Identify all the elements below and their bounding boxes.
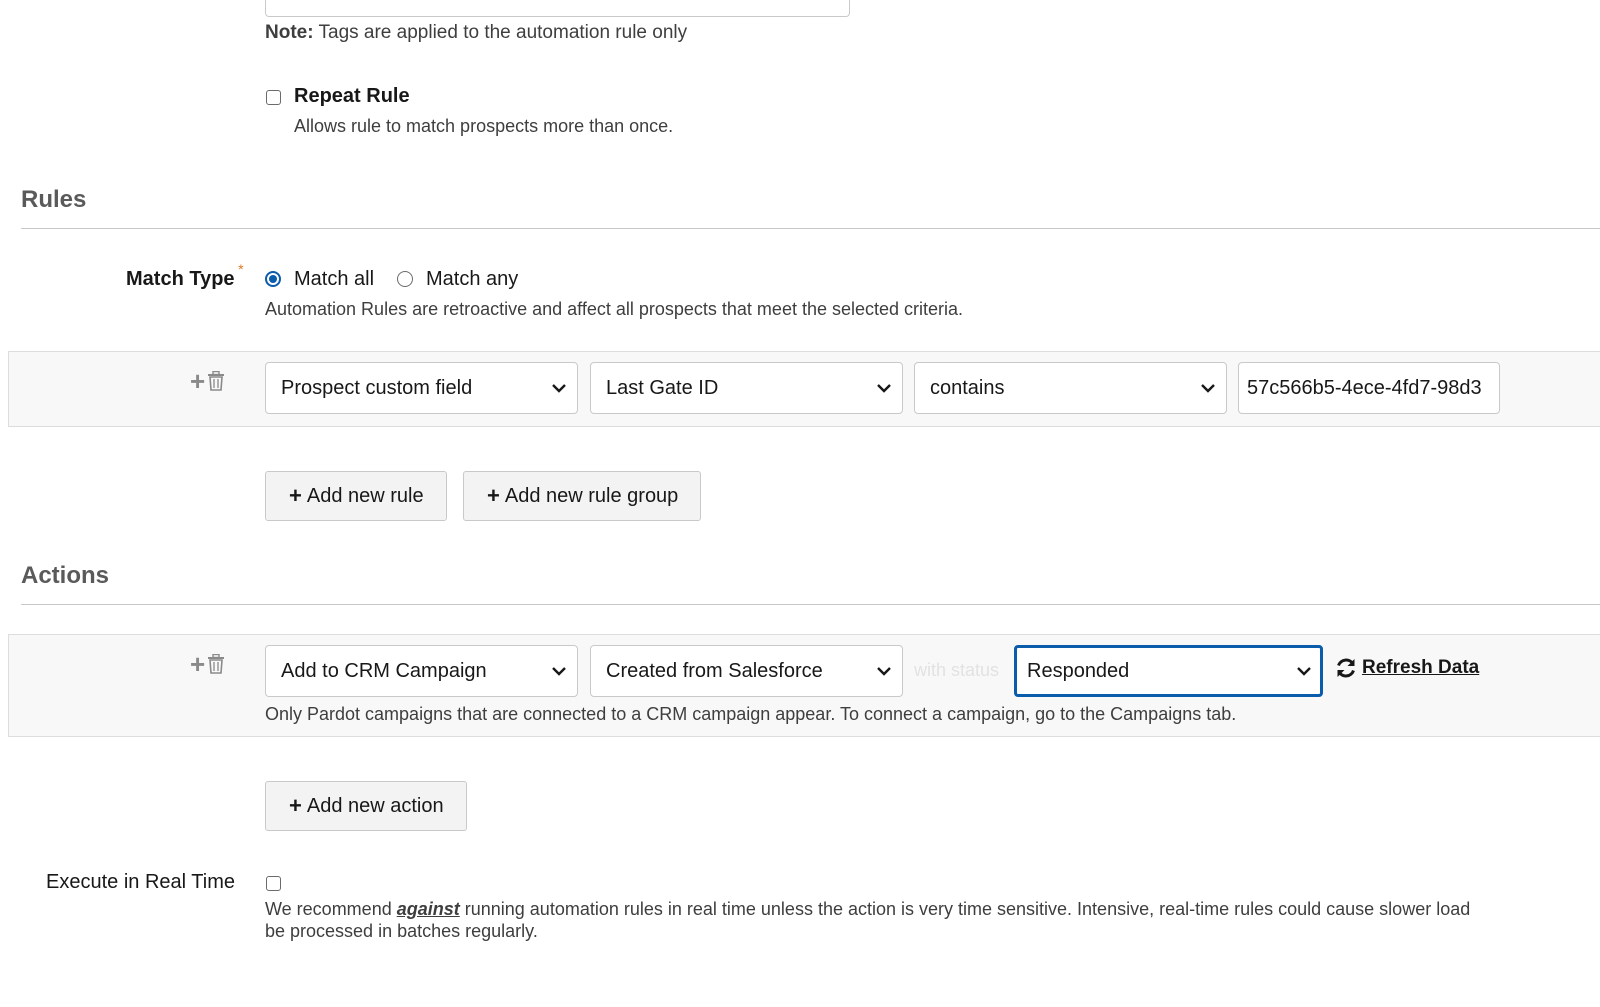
repeat-rule-help: Allows rule to match prospects more than… <box>294 116 674 136</box>
rule-value-input[interactable]: 57c566b5-4ece-4fd7-98d3 <box>1238 362 1500 414</box>
add-new-action-button[interactable]: + Add new action <box>265 781 467 831</box>
status-prefix-label: with status <box>914 660 1000 680</box>
plus-icon: + <box>289 793 302 818</box>
action-row-tools: + <box>190 651 225 677</box>
add-new-rule-button[interactable]: + Add new rule <box>265 471 447 521</box>
match-any-label[interactable]: Match any <box>426 268 518 291</box>
tags-note: Note: Tags are applied to the automation… <box>265 22 687 44</box>
rule-row-tools: + <box>190 368 225 394</box>
plus-icon: + <box>487 483 500 508</box>
action-type-value: Add to CRM Campaign <box>281 659 487 682</box>
match-all-label[interactable]: Match all <box>294 268 374 291</box>
ert-help-emphasis: against <box>396 899 460 919</box>
rule-operator-select[interactable]: contains <box>914 362 1227 414</box>
refresh-data-link[interactable]: Refresh Data <box>1334 656 1479 680</box>
repeat-rule-label: Repeat Rule <box>294 85 410 107</box>
execute-real-time-help: We recommend against running automation … <box>265 898 1600 942</box>
campaign-status-value: Responded <box>1027 659 1130 682</box>
rule-field-type-select[interactable]: Prospect custom field <box>265 362 578 414</box>
required-marker: * <box>238 261 244 277</box>
rule-field-type-value: Prospect custom field <box>281 376 473 399</box>
plus-icon[interactable]: + <box>190 651 205 677</box>
add-new-rule-label: Add new rule <box>306 484 424 507</box>
plus-icon: + <box>289 483 302 508</box>
rule-field-select[interactable]: Last Gate ID <box>590 362 903 414</box>
match-type-label-wrap: Match Type * <box>126 261 244 291</box>
actions-section-divider <box>21 604 1600 605</box>
action-row-help: Only Pardot campaigns that are connected… <box>265 704 1237 724</box>
chevron-down-icon <box>1201 384 1215 393</box>
refresh-data-label: Refresh Data <box>1362 657 1480 678</box>
refresh-icon <box>1337 658 1355 678</box>
execute-real-time-label: Execute in Real Time <box>46 871 235 893</box>
match-type-label: Match Type <box>126 268 235 290</box>
crm-campaign-value: Created from Salesforce <box>606 659 823 682</box>
add-new-action-label: Add new action <box>306 794 444 817</box>
match-any-radio[interactable] <box>397 271 413 287</box>
ert-help-before: We recommend <box>265 899 397 919</box>
trash-icon[interactable] <box>207 371 225 391</box>
chevron-down-icon <box>552 384 566 393</box>
tags-input[interactable] <box>265 0 850 17</box>
chevron-down-icon <box>1297 667 1311 676</box>
match-type-help: Automation Rules are retroactive and aff… <box>265 299 964 319</box>
chevron-down-icon <box>552 667 566 676</box>
rule-value-text: 57c566b5-4ece-4fd7-98d3 <box>1247 376 1482 399</box>
tags-note-text: Tags are applied to the automation rule … <box>313 22 688 43</box>
rules-section-title: Rules <box>21 186 87 213</box>
execute-real-time-checkbox[interactable] <box>266 876 281 891</box>
repeat-rule-checkbox[interactable] <box>266 90 281 105</box>
campaign-status-select[interactable]: Responded <box>1014 645 1323 697</box>
ert-help-line2: be processed in batches regularly. <box>265 921 538 941</box>
rule-field-value: Last Gate ID <box>606 376 719 399</box>
add-new-rule-group-label: Add new rule group <box>504 484 679 507</box>
actions-section-title: Actions <box>21 562 110 589</box>
chevron-down-icon <box>877 384 891 393</box>
rules-section-divider <box>21 228 1600 229</box>
match-all-radio[interactable] <box>265 271 281 287</box>
chevron-down-icon <box>877 667 891 676</box>
plus-icon[interactable]: + <box>190 368 205 394</box>
ert-help-after: running automation rules in real time un… <box>459 899 1471 919</box>
add-new-rule-group-button[interactable]: + Add new rule group <box>463 471 702 521</box>
trash-icon[interactable] <box>207 654 225 674</box>
action-type-select[interactable]: Add to CRM Campaign <box>265 645 578 697</box>
crm-campaign-select[interactable]: Created from Salesforce <box>590 645 903 697</box>
tags-note-label: Note: <box>265 22 314 43</box>
rule-operator-value: contains <box>930 376 1005 399</box>
